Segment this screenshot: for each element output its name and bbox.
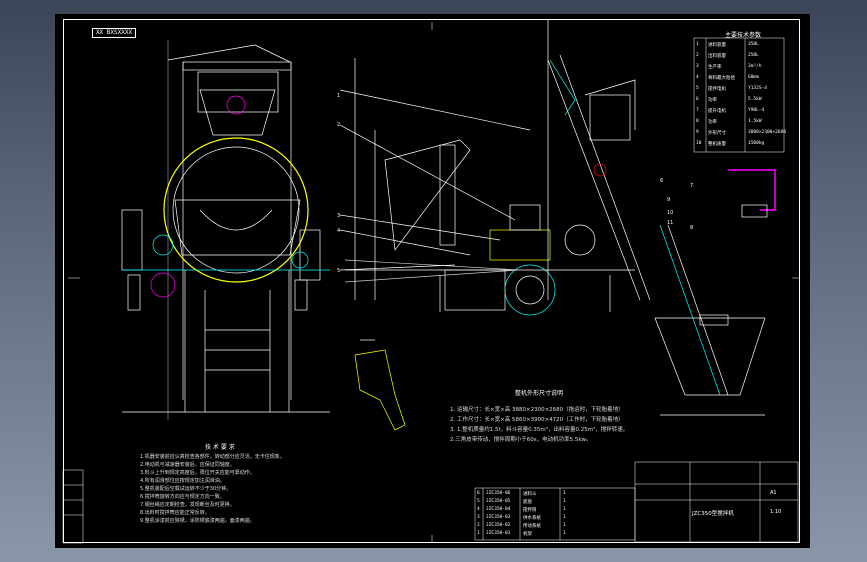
params-cell: 8 (696, 119, 699, 124)
params-cell: 1 (696, 42, 699, 47)
params-cell: 功率 (708, 120, 717, 125)
tech-req-line: 4.所有润滑部位应按规定加注润滑油。 (140, 478, 225, 484)
params-cell: 1500kg (748, 141, 765, 146)
callout-number: 7 (690, 183, 694, 189)
bom-cell: 1 (563, 531, 566, 536)
callout-number: 9 (667, 197, 671, 203)
tech-req-line: 7.钢丝绳应定期检查，发现断丝及时更换。 (140, 502, 235, 508)
install-note-line: 2.三角皮带传动，搅拌周期小于60s，电动机功率5.5kw。 (450, 437, 592, 443)
bom-cell: JZC350-04 (486, 507, 511, 512)
tech-req-line: 9.整机涂漆前应除锈，涂防锈底漆两遍，面漆两遍。 (140, 518, 255, 524)
bom-cell: 底盘 (523, 500, 532, 505)
bom-cell: 6 (477, 491, 480, 496)
bom-cell: JZC350-05 (486, 499, 511, 504)
params-cell: Y90L-4 (748, 108, 765, 113)
bom-cell: JZC350-06 (486, 491, 511, 496)
tech-req-line: 1.机器安装前应认真检查各部件，转动部分应灵活，无卡住现象。 (140, 454, 285, 460)
callout-number: 4 (337, 228, 341, 234)
bom-cell: 供水系统 (523, 516, 541, 521)
params-cell: 4 (696, 75, 699, 80)
bom-cell: JZC350-03 (486, 515, 511, 520)
callout-number: 8 (690, 225, 694, 231)
tech-req-line: 3.料斗上升到规定高度后，限位开关应能可靠动作。 (140, 470, 255, 476)
bom-cell: 1 (563, 523, 566, 528)
params-cell: 3m³/h (748, 64, 762, 69)
bom-cell: 进料斗 (523, 492, 537, 497)
bom-cell: 1 (477, 531, 480, 536)
detail-view (354, 339, 406, 431)
front-view (121, 40, 330, 420)
params-cell: 60mm (748, 75, 759, 80)
bom-cell: 1 (563, 507, 566, 512)
side-view (339, 20, 651, 316)
params-cell: 5.5kW (748, 97, 762, 102)
callout-number: 3 (337, 213, 341, 219)
params-cell: 9 (696, 130, 699, 135)
bom-cell: 4 (477, 507, 480, 512)
callout-number: 6 (660, 178, 664, 184)
params-cell: 350L (748, 42, 759, 47)
params-cell: 5 (696, 86, 699, 91)
install-note-line: 3. 1.整机质量约1.5t，料斗容量0.35m³，出料容量0.25m³，搅拌转… (450, 427, 629, 433)
tech-req-line: 2.电动机与减速器安装后，应保证同轴度。 (140, 462, 235, 468)
bom-cell: JZC350-01 (486, 531, 511, 536)
cad-drawing (62, 20, 800, 544)
bom-cell: 2 (477, 523, 480, 528)
callout-number: 1 (337, 93, 341, 99)
bom-cell: JZC350-02 (486, 523, 511, 528)
params-cell: 6 (696, 97, 699, 102)
title-sheet: A1 (770, 490, 777, 496)
params-cell: 功率 (708, 98, 717, 103)
bom-cell: 传动系统 (523, 524, 541, 529)
callout-number: 2 (337, 122, 341, 128)
tech-req-line: 8.出料时搅拌筒应能正常反转。 (140, 510, 210, 516)
params-cell: 搅拌电机 (708, 87, 726, 92)
tech-req-line: 5.整机装配后空载试运转不少于30分钟。 (140, 486, 232, 492)
params-cell: 外形尺寸 (708, 131, 726, 136)
tech-req-line: 6.搅拌筒旋转方向应与规定方向一致。 (140, 494, 225, 500)
left-sidebar-block (62, 469, 84, 544)
install-note-line: 1. 运输尺寸：长×宽×高 3880×2300×2680（拖运时，下轮胎着地） (450, 407, 624, 413)
bom-cell: 1 (563, 491, 566, 496)
bom-cell: 1 (563, 499, 566, 504)
params-cell: 生产率 (708, 65, 722, 70)
params-cell: 3880×2300×2680 (748, 130, 786, 135)
params-cell: 进料容量 (708, 43, 726, 48)
title-name: JZC350型搅拌机 (692, 511, 734, 517)
params-cell: 10 (696, 141, 702, 146)
install-title: 整机外形尺寸说明 (515, 390, 564, 397)
params-cell: 整机质量 (708, 142, 726, 147)
params-cell: 2 (696, 53, 699, 58)
bom-cell: 搅拌筒 (523, 508, 537, 513)
params-cell: 250L (748, 53, 759, 58)
params-cell: 提升电机 (708, 109, 726, 114)
title-scale: 1:10 (770, 509, 782, 515)
params-title: 主要技术参数 (725, 32, 762, 39)
install-note-line: 2. 工作尺寸：长×宽×高 5860×3900×4720（工作时，下轮胎着地） (450, 417, 624, 423)
callout-number: 5 (337, 268, 341, 274)
hopper-view (654, 169, 776, 416)
params-cell: Y132S-4 (748, 86, 767, 91)
bom-cell: 3 (477, 515, 480, 520)
params-cell: 7 (696, 108, 699, 113)
callout-number: 11 (667, 220, 674, 226)
bom-cell: 机架 (523, 532, 532, 537)
title-block (634, 461, 799, 543)
params-cell: 出料容量 (708, 54, 726, 59)
params-cell: 1.5kW (748, 119, 762, 124)
params-cell: 3 (696, 64, 699, 69)
tech-req-title: 技 术 要 求 (205, 444, 235, 451)
bom-cell: 5 (477, 499, 480, 504)
callout-number: 10 (667, 210, 674, 216)
params-cell: 骨料最大粒径 (708, 76, 735, 81)
bom-cell: 1 (563, 515, 566, 520)
